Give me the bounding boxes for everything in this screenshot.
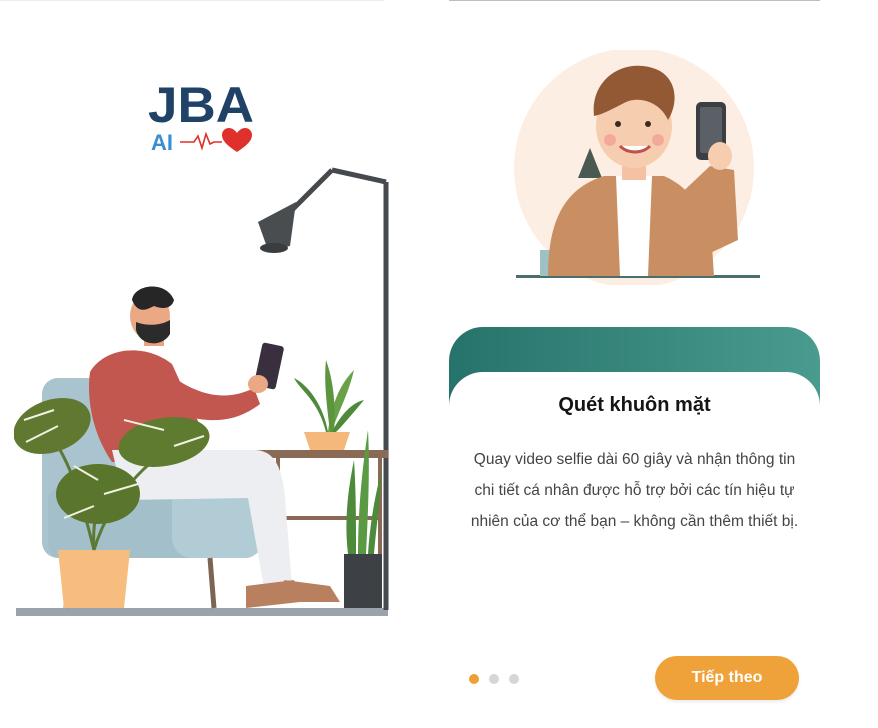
- pagination-dot-3[interactable]: [509, 674, 519, 684]
- man-on-armchair-illustration: [13, 150, 394, 625]
- selfie-illustration: [508, 48, 768, 288]
- onboarding-card: Quét khuôn mặt Quay video selfie dài 60 …: [449, 327, 820, 587]
- logo-wordmark: JBA: [148, 77, 254, 133]
- top-divider-left: [0, 0, 384, 1]
- onboarding-card-body: Quét khuôn mặt Quay video selfie dài 60 …: [449, 372, 820, 587]
- slide-title: Quét khuôn mặt: [558, 394, 711, 416]
- pagination-dot-2[interactable]: [489, 674, 499, 684]
- pagination-dot-1[interactable]: [469, 674, 479, 684]
- pagination-dots: [469, 673, 519, 685]
- top-divider-right: [449, 0, 820, 1]
- slide-description: Quay video selfie dài 60 giây và nhận th…: [470, 451, 799, 530]
- jba-ai-logo: JBA AI: [146, 76, 258, 156]
- next-button[interactable]: Tiếp theo: [655, 656, 799, 700]
